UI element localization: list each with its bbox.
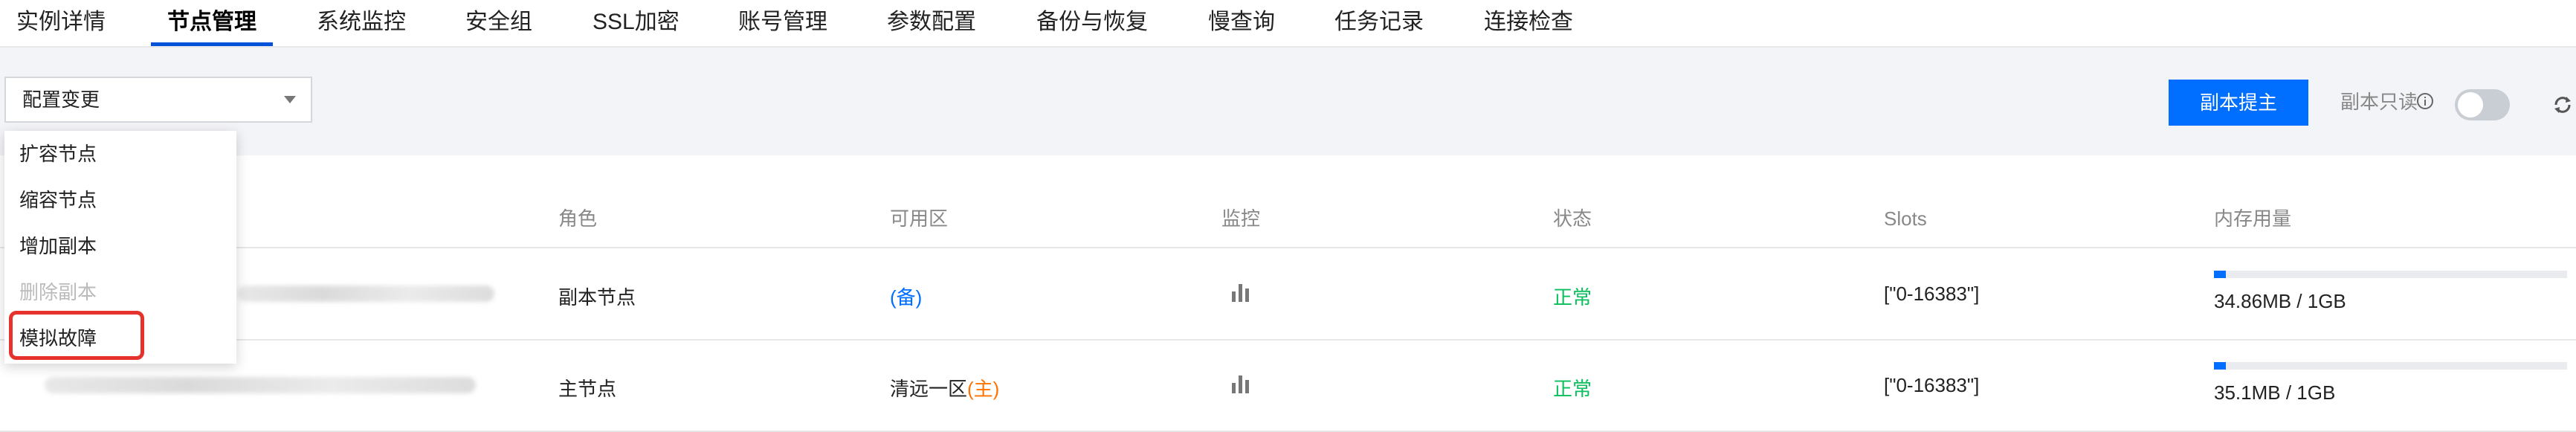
monitor-chart-icon[interactable] bbox=[1230, 281, 1252, 303]
tab-node-management[interactable]: 节点管理 bbox=[151, 0, 273, 46]
row-memory-text: 34.86MB / 1GB bbox=[2214, 290, 2346, 312]
promote-replica-button[interactable]: 副本提主 bbox=[2169, 80, 2308, 126]
header-zone: 可用区 bbox=[890, 207, 949, 230]
tab-bar: 实例详情 节点管理 系统监控 安全组 SSL加密 账号管理 参数配置 备份与恢复… bbox=[0, 0, 2576, 48]
refresh-icon[interactable] bbox=[2551, 94, 2574, 116]
header-monitor: 监控 bbox=[1221, 207, 1261, 230]
memory-usage-bar bbox=[2214, 362, 2567, 370]
tab-system-monitor[interactable]: 系统监控 bbox=[317, 0, 406, 45]
menu-item-add-replica[interactable]: 增加副本 bbox=[4, 223, 236, 269]
header-slots: Slots bbox=[1884, 207, 1927, 230]
tab-backup-restore[interactable]: 备份与恢复 bbox=[1036, 0, 1148, 45]
row-zone: (备) bbox=[890, 283, 922, 310]
config-change-select-value: 配置变更 bbox=[22, 88, 100, 111]
tab-security-group[interactable]: 安全组 bbox=[465, 0, 532, 45]
replica-readonly-label: 副本只读 bbox=[2340, 91, 2418, 113]
row-slots: ["0-16383"] bbox=[1884, 374, 1980, 396]
row-status: 正常 bbox=[1553, 286, 1592, 309]
config-change-select[interactable]: 配置变更 bbox=[4, 77, 312, 123]
row-zone-tag: (主) bbox=[967, 378, 1000, 400]
info-icon[interactable] bbox=[2416, 92, 2434, 110]
menu-item-scale-out-nodes[interactable]: 扩容节点 bbox=[4, 131, 236, 177]
table-row: 主节点 清远一区(主) 正常 ["0-16383"] 35.1MB / 1GB bbox=[0, 340, 2576, 432]
node-id-blurred bbox=[238, 286, 494, 302]
tab-account-management[interactable]: 账号管理 bbox=[738, 0, 827, 45]
memory-usage-fill bbox=[2214, 362, 2227, 370]
row-role: 主节点 bbox=[558, 378, 617, 400]
tab-connection-check[interactable]: 连接检查 bbox=[1484, 0, 1573, 45]
tab-task-records[interactable]: 任务记录 bbox=[1334, 0, 1424, 45]
caret-down-icon bbox=[284, 96, 296, 103]
row-role: 副本节点 bbox=[558, 286, 636, 309]
table-header: 角色 可用区 监控 状态 Slots 内存用量 bbox=[0, 190, 2576, 248]
header-role: 角色 bbox=[558, 207, 598, 230]
highlight-box bbox=[9, 311, 144, 360]
row-zone: 清远一区(主) bbox=[890, 374, 999, 402]
monitor-chart-icon[interactable] bbox=[1230, 373, 1252, 395]
replica-readonly-toggle[interactable] bbox=[2455, 89, 2510, 120]
memory-usage-bar bbox=[2214, 271, 2567, 278]
tab-slow-query[interactable]: 慢查询 bbox=[1208, 0, 1275, 45]
memory-usage-fill bbox=[2214, 271, 2227, 278]
tab-instance-details[interactable]: 实例详情 bbox=[16, 0, 106, 45]
tab-parameter-config[interactable]: 参数配置 bbox=[887, 0, 976, 45]
tab-ssl-encryption[interactable]: SSL加密 bbox=[593, 0, 679, 45]
row-zone-tag: (备) bbox=[890, 286, 923, 309]
toggle-knob bbox=[2458, 92, 2483, 117]
row-zone-name: 清远一区 bbox=[890, 378, 968, 400]
menu-item-delete-replica: 删除副本 bbox=[19, 281, 97, 303]
row-memory-text: 35.1MB / 1GB bbox=[2214, 381, 2336, 404]
table-row: 副本节点 (备) 正常 ["0-16383"] 34.86MB / 1GB bbox=[0, 248, 2576, 341]
node-id-blurred bbox=[45, 377, 476, 393]
row-status: 正常 bbox=[1553, 378, 1592, 400]
header-memory: 内存用量 bbox=[2214, 207, 2292, 230]
row-slots: ["0-16383"] bbox=[1884, 283, 1980, 305]
header-status: 状态 bbox=[1553, 207, 1592, 230]
menu-item-scale-in-nodes[interactable]: 缩容节点 bbox=[4, 177, 236, 223]
